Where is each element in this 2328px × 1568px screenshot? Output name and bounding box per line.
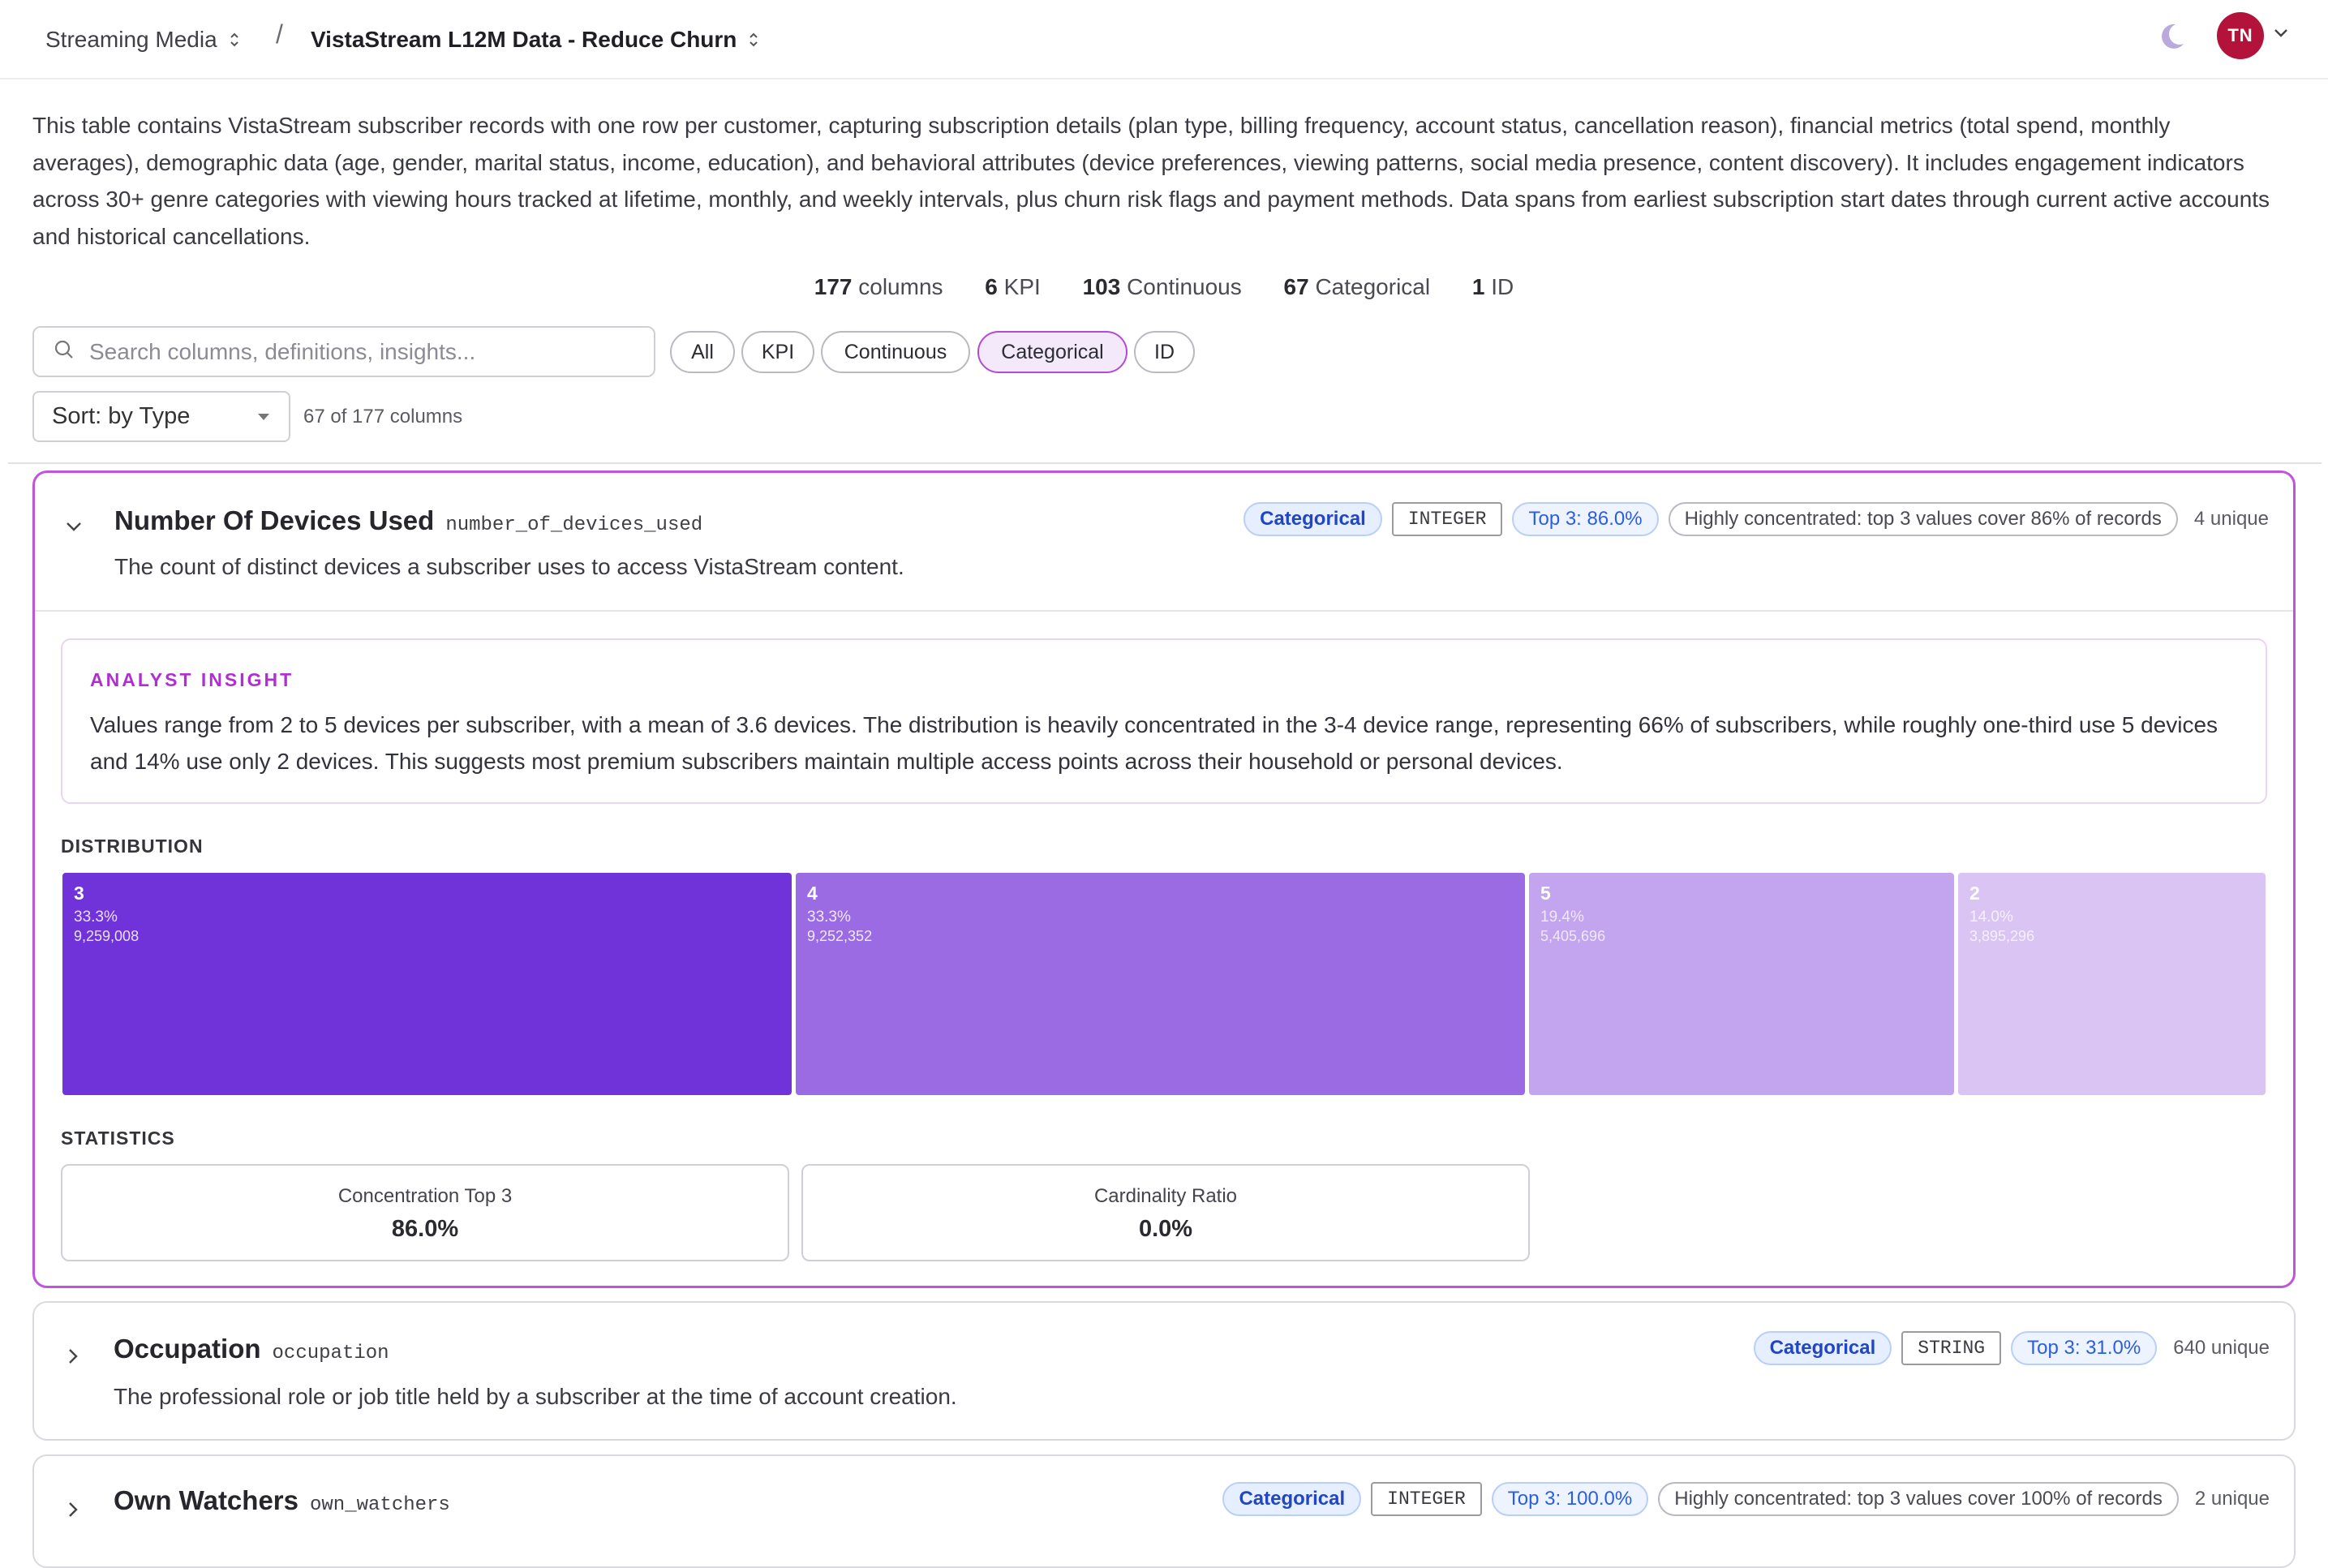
filter-all[interactable]: All [670,331,735,373]
top-badge: Top 3: 31.0% [2011,1331,2158,1365]
summary-kpi: 6 KPI [985,274,1041,299]
column-badges: Categorical STRING Top 3: 31.0% 640 uniq… [1744,1331,2270,1365]
statistics-label: STATISTICS [61,1128,175,1149]
distribution-tile-2[interactable]: 2 14.0% 3,895,296 [1958,873,2266,1095]
breadcrumb-separator: / [276,19,283,49]
chevron-updown-icon [229,31,240,49]
unique-count: 640 unique [2173,1337,2270,1359]
stat-value: 86.0% [391,1216,459,1242]
tile-value: 2 [1969,883,1980,904]
chevron-down-icon[interactable] [62,515,85,542]
stat-cardinality-ratio: Cardinality Ratio 0.0% [801,1164,1530,1261]
filter-categorical[interactable]: Categorical [977,331,1127,373]
unique-count: 2 unique [2194,1488,2270,1510]
column-description: The professional role or job title held … [114,1384,957,1409]
column-code: occupation [272,1342,389,1364]
dataset-name: VistaStream L12M Data - Reduce Churn [311,27,737,52]
column-count: 67 of 177 columns [303,406,463,427]
dataset-selector[interactable]: VistaStream L12M Data - Reduce Churn [311,21,759,58]
column-code: own_watchers [310,1494,450,1516]
column-title: Occupation occupation [114,1334,389,1364]
column-title: Own Watchers own_watchers [114,1485,450,1516]
avatar[interactable]: TN [2217,12,2264,59]
filter-id[interactable]: ID [1134,331,1195,373]
summary-columns: 177 columns [814,274,943,299]
filter-continuous[interactable]: Continuous [821,331,970,373]
sort-select[interactable]: Sort: by Type [32,391,290,442]
type-badge: Categorical [1222,1482,1362,1516]
distribution-tile-4[interactable]: 4 33.3% 9,252,352 [796,873,1525,1095]
stat-value: 0.0% [1138,1216,1193,1242]
concentration-badge: Highly concentrated: top 3 values cover … [1668,502,2178,536]
tile-value: 5 [1540,883,1551,904]
search-box[interactable] [32,326,655,377]
distribution-label: DISTRIBUTION [61,836,204,857]
tile-value: 3 [74,883,84,904]
table-description: This table contains VistaStream subscrib… [32,113,2270,249]
search-input[interactable] [89,338,641,365]
summary-continuous: 103 Continuous [1082,274,1242,299]
summary-categorical: 67 Categorical [1283,274,1431,299]
tile-percent: 33.3% [74,909,118,926]
chevron-updown-icon [748,31,759,49]
column-code: number_of_devices_used [445,514,703,536]
stat-concentration-top-3: Concentration Top 3 86.0% [61,1164,789,1261]
type-badge: Categorical [1753,1331,1892,1365]
card-divider [35,610,2293,612]
distribution-tile-3[interactable]: 3 33.3% 9,259,008 [62,873,792,1095]
column-badges: Categorical INTEGER Top 3: 86.0% Highly … [1234,502,2269,536]
column-description: The count of distinct devices a subscrib… [114,554,904,579]
stat-label: Concentration Top 3 [337,1185,513,1207]
top-badge: Top 3: 86.0% [1512,502,1659,536]
tile-count: 3,895,296 [1969,928,2035,944]
tile-count: 9,252,352 [807,928,873,944]
chevron-right-icon[interactable] [62,1345,84,1372]
column-badges: Categorical INTEGER Top 3: 100.0% Highly… [1213,1482,2270,1516]
workspace-name: Streaming Media [45,27,217,52]
analyst-insight: ANALYST INSIGHT Values range from 2 to 5… [61,638,2267,804]
chevron-right-icon[interactable] [62,1498,84,1525]
distribution-treemap: 3 33.3% 9,259,008 4 33.3% 9,252,352 5 19.4% 5,40… [62,873,2266,1095]
column-title: Number Of Devices Used number_of_devices_… [114,505,703,536]
workspace-selector[interactable]: Streaming Media [45,21,240,58]
chevron-down-icon[interactable] [2273,28,2289,43]
column-card-number-of-devices-used[interactable]: Number Of Devices Used number_of_devices_… [32,470,2296,1288]
tile-percent: 33.3% [807,909,851,926]
divider [8,462,2322,464]
concentration-badge: Highly concentrated: top 3 values cover … [1658,1482,2179,1516]
unique-count: 4 unique [2193,508,2269,530]
moon-icon[interactable] [2156,19,2188,52]
type-badge: Categorical [1243,502,1382,536]
tile-count: 9,259,008 [74,928,140,944]
search-icon [34,339,75,364]
tile-percent: 19.4% [1540,909,1584,926]
top-bar: Streaming Media / VistaStream L12M Data … [0,0,2328,79]
distribution-tile-5[interactable]: 5 19.4% 5,405,696 [1529,873,1954,1095]
tile-count: 5,405,696 [1540,928,1606,944]
column-card-occupation[interactable]: Occupation occupation The professional ro… [32,1301,2296,1441]
tile-percent: 14.0% [1969,909,2013,926]
dtype-badge: STRING [1901,1331,2002,1365]
column-summary: 177 columns 6 KPI 103 Continuous 67 Cate… [0,274,2328,300]
caret-down-icon [258,414,269,420]
sort-label: Sort: by Type [52,403,191,429]
top-badge: Top 3: 100.0% [1491,1482,1649,1516]
dtype-badge: INTEGER [1371,1482,1482,1516]
summary-id: 1 ID [1471,274,1514,299]
tile-value: 4 [807,883,818,904]
insight-label: ANALYST INSIGHT [90,669,294,690]
filter-kpi[interactable]: KPI [741,331,814,373]
insight-text: Values range from 2 to 5 devices per sub… [90,712,2218,774]
dtype-badge: INTEGER [1391,502,1503,536]
stat-label: Cardinality Ratio [1093,1185,1238,1207]
column-card-own-watchers[interactable]: Own Watchers own_watchers Categorical INT… [32,1454,2296,1568]
